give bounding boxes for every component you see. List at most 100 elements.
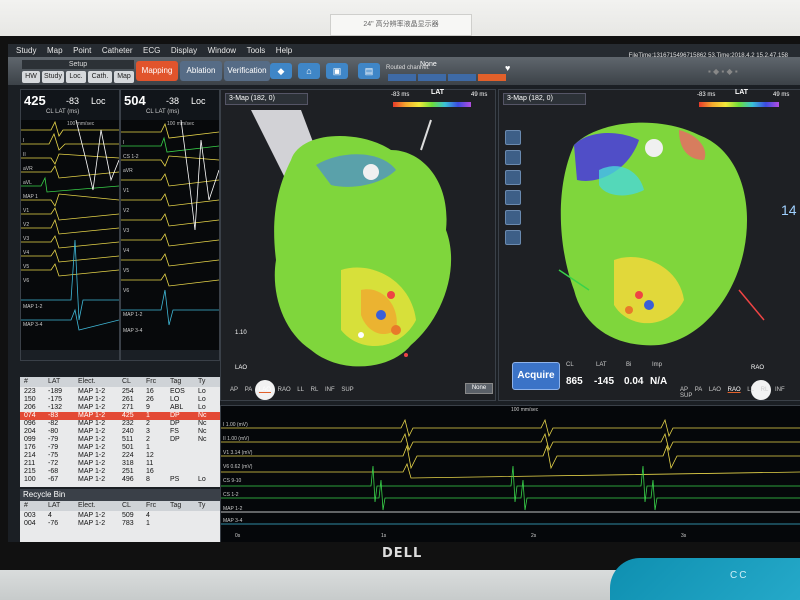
tab-hw[interactable]: HW	[22, 71, 40, 83]
col-header[interactable]: Elect.	[78, 378, 96, 385]
lead-label: MAP 1	[23, 194, 38, 200]
col-header[interactable]: LAT	[48, 502, 60, 509]
table-row[interactable]: 215 -68 MAP 1-2 251 16	[20, 468, 220, 476]
view-rl[interactable]: RL	[311, 387, 319, 393]
catheter-icon[interactable]: ⌂	[298, 63, 320, 79]
view-lao[interactable]: LAO	[709, 387, 721, 393]
menu-tools[interactable]: Tools	[247, 46, 266, 55]
table-cell: 16	[146, 468, 154, 475]
routed-value[interactable]: None	[420, 61, 437, 68]
table-cell: Lo	[198, 476, 206, 483]
table-row[interactable]: 150 -175 MAP 1-2 261 26 LO Lo	[20, 396, 220, 404]
table-row[interactable]: 176 -79 MAP 1-2 501 1	[20, 444, 220, 452]
view-rao[interactable]: RAO	[278, 387, 291, 393]
menu-ecg[interactable]: ECG	[143, 46, 160, 55]
routed-btn-1[interactable]	[388, 74, 416, 81]
menu-study[interactable]: Study	[16, 46, 36, 55]
table-row[interactable]: 214 -75 MAP 1-2 224 12	[20, 452, 220, 460]
loc-label: Loc	[191, 96, 206, 106]
menu-point[interactable]: Point	[73, 46, 91, 55]
recycle-bin-header[interactable]: Recycle Bin	[20, 489, 220, 501]
table-row[interactable]: 204 -80 MAP 1-2 240 3 FS Nc	[20, 428, 220, 436]
table-cell: Nc	[198, 412, 207, 419]
col-header[interactable]: CL	[122, 378, 131, 385]
lat-value: -38	[166, 96, 180, 106]
table-row[interactable]: 206 -132 MAP 1-2 271 9 ABL Lo	[20, 404, 220, 412]
table-cell: 509	[122, 512, 134, 519]
acquire-button[interactable]: Acquire	[512, 362, 560, 390]
bi-header: Bi	[626, 362, 632, 368]
col-header[interactable]: Elect.	[78, 502, 96, 509]
col-header[interactable]: Ty	[198, 502, 205, 509]
table-row[interactable]: 211 -72 MAP 1-2 318 11	[20, 460, 220, 468]
view-rao[interactable]: RAO	[728, 387, 741, 393]
table-cell: -79	[48, 436, 59, 443]
table-row[interactable]: 004 -76 MAP 1-2 783 1	[20, 520, 220, 528]
col-header[interactable]: Tag	[170, 378, 181, 385]
menu-help[interactable]: Help	[276, 46, 292, 55]
routed-buttons	[388, 73, 508, 83]
table-cell: EOS	[170, 388, 185, 395]
view-lao[interactable]: LAO	[259, 387, 271, 393]
none-dropdown[interactable]: None	[465, 383, 493, 394]
view-ll[interactable]: LL	[747, 387, 754, 393]
view-pa[interactable]: PA	[245, 387, 253, 393]
col-header[interactable]: #	[24, 378, 28, 385]
ablation-button[interactable]: Ablation	[180, 61, 222, 81]
col-header[interactable]: Ty	[198, 378, 205, 385]
diamond-icon[interactable]: ◆	[270, 63, 292, 79]
monitor-icon[interactable]: ▤	[358, 63, 380, 79]
table-row[interactable]: 223 -189 MAP 1-2 254 16 EOS Lo	[20, 388, 220, 396]
routed-btn-2[interactable]	[418, 74, 446, 81]
col-header[interactable]: CL	[122, 502, 131, 509]
view-ll[interactable]: LL	[297, 387, 304, 393]
ecg-scrollbar-1[interactable]	[21, 350, 119, 360]
table-row[interactable]: 099 -79 MAP 1-2 511 2 DP Nc	[20, 436, 220, 444]
mapping-button[interactable]: Mapping	[136, 61, 178, 81]
heart-map-rao[interactable]	[499, 90, 800, 400]
view-pa[interactable]: PA	[695, 387, 703, 393]
view-rl[interactable]: RL	[761, 387, 769, 393]
setup-header[interactable]: Setup	[22, 60, 134, 69]
table-row[interactable]: 074 -83 MAP 1-2 425 1 DP Nc	[20, 412, 220, 420]
cl-lat-label: CL LAT (ms)	[46, 109, 80, 115]
lead-label: V2	[23, 222, 30, 228]
col-header[interactable]: Tag	[170, 502, 181, 509]
view-sup[interactable]: SUP	[341, 387, 353, 393]
time-tick: 1s	[381, 533, 387, 539]
menu-catheter[interactable]: Catheter	[102, 46, 133, 55]
routed-btn-3[interactable]	[448, 74, 476, 81]
routed-btn-4[interactable]	[478, 74, 506, 81]
table-cell: 150	[24, 396, 36, 403]
table-row[interactable]: 100 -67 MAP 1-2 496 8 PS Lo	[20, 476, 220, 484]
view-ap[interactable]: AP	[230, 387, 238, 393]
camera-icon[interactable]: ▣	[326, 63, 348, 79]
view-inf[interactable]: INF	[775, 387, 785, 393]
lead-label: II	[23, 152, 26, 158]
tab-loc[interactable]: Loc.	[66, 71, 86, 83]
table-row[interactable]: 003 4 MAP 1-2 509 4	[20, 512, 220, 520]
tab-study[interactable]: Study	[42, 71, 64, 83]
table-row[interactable]: 096 -82 MAP 1-2 232 2 DP Nc	[20, 420, 220, 428]
menu-window[interactable]: Window	[208, 46, 236, 55]
heart-map-lao[interactable]	[221, 90, 495, 400]
col-header[interactable]: #	[24, 502, 28, 509]
tab-map[interactable]: Map	[114, 71, 134, 83]
table-cell: MAP 1-2	[78, 452, 106, 459]
heart-icon[interactable]: ♥	[505, 63, 517, 73]
verification-button[interactable]: Verification	[224, 61, 270, 81]
table-cell: -79	[48, 444, 59, 451]
col-header[interactable]: Frc	[146, 378, 156, 385]
table-cell: -80	[48, 428, 59, 435]
col-header[interactable]: LAT	[48, 378, 60, 385]
col-header[interactable]: Frc	[146, 502, 156, 509]
tab-cath[interactable]: Cath.	[88, 71, 112, 83]
menu-map[interactable]: Map	[47, 46, 63, 55]
table-cell: 074	[24, 412, 36, 419]
view-inf[interactable]: INF	[325, 387, 335, 393]
ecg-scrollbar-2[interactable]	[121, 350, 219, 360]
table-cell: 214	[24, 452, 36, 459]
menu-display[interactable]: Display	[171, 46, 197, 55]
view-sup[interactable]: SUP	[680, 393, 692, 399]
table-cell: 224	[122, 452, 134, 459]
